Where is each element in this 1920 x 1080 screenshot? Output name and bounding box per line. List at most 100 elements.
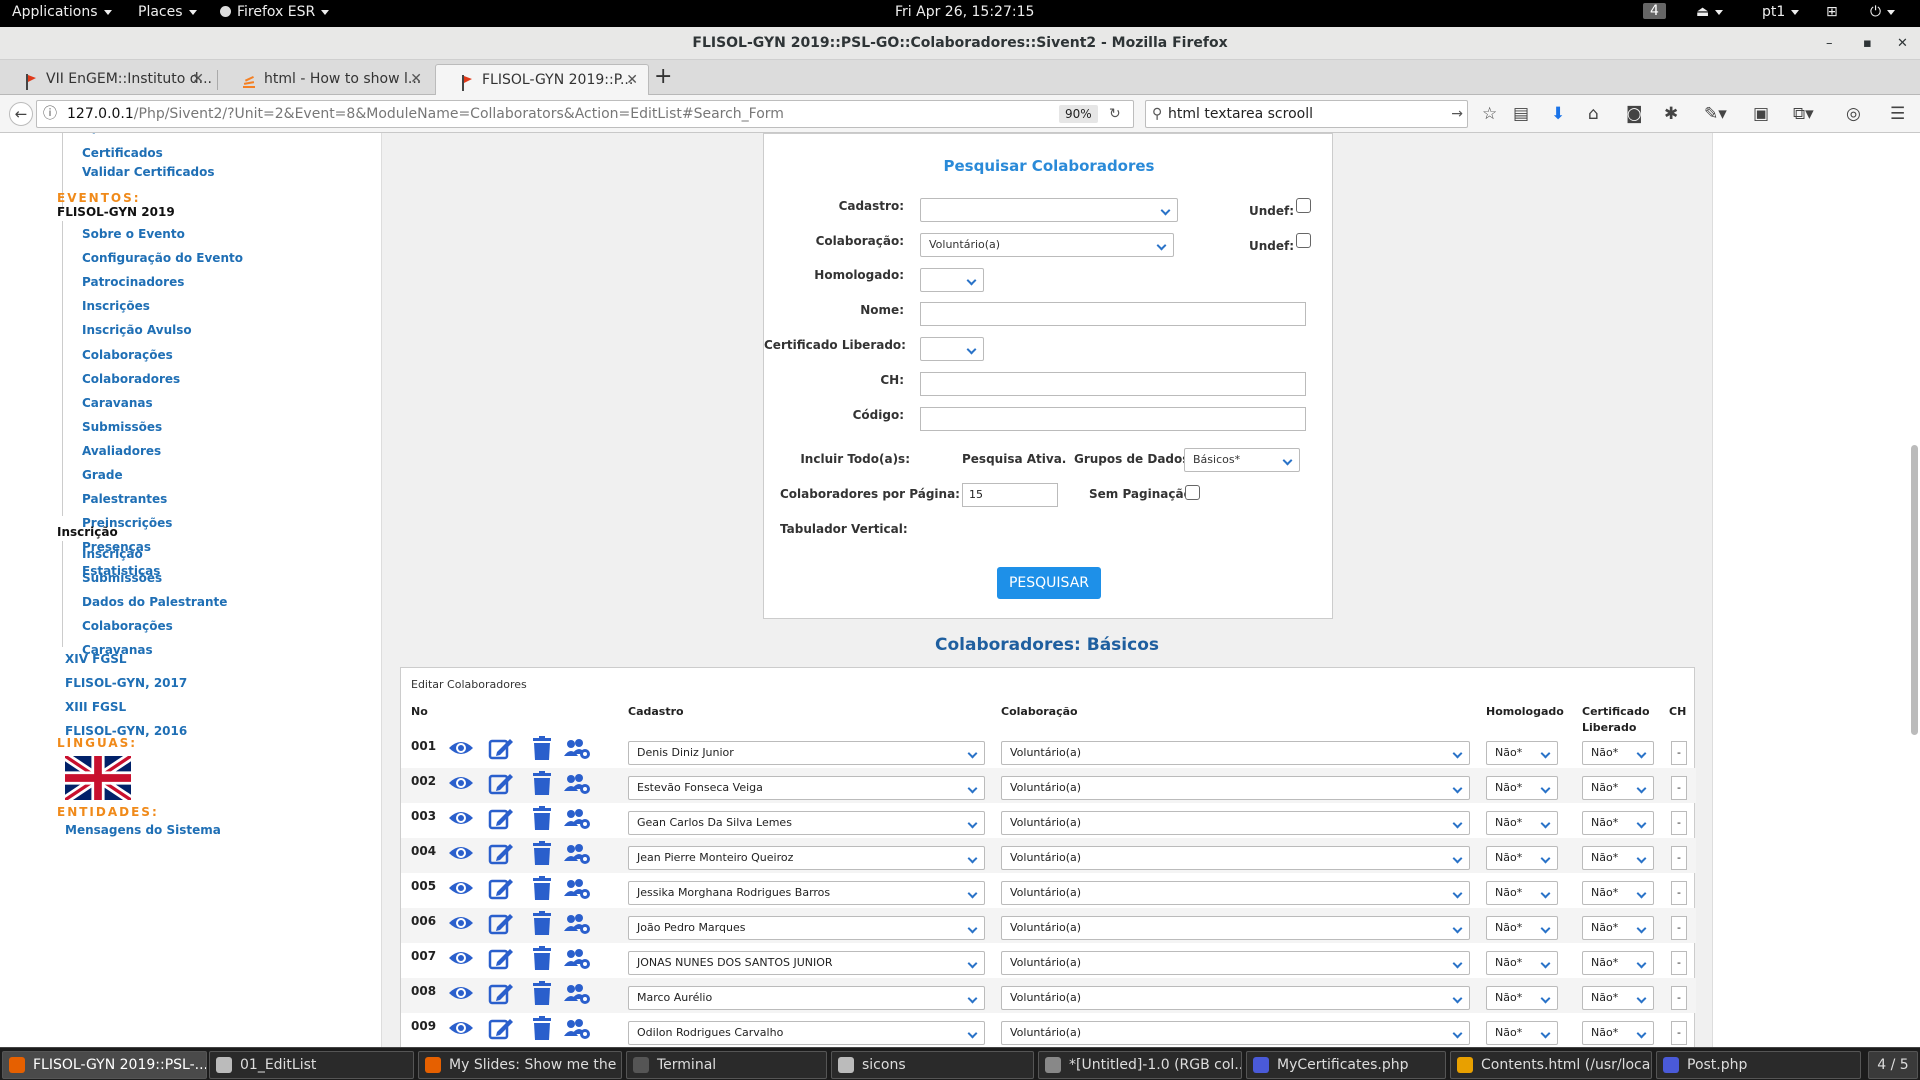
back-icon[interactable]: ← — [9, 102, 33, 126]
row-ch-field[interactable]: - — [1671, 1021, 1687, 1045]
trash-icon[interactable] — [532, 946, 560, 970]
sidebar-link[interactable]: Certificados — [82, 146, 163, 160]
english-flag-icon[interactable] — [62, 752, 134, 804]
places-menu[interactable]: Places — [138, 4, 197, 20]
row-cadastro-select[interactable]: Marco Aurélio — [628, 986, 985, 1010]
bookmark-star-icon[interactable]: ☆ — [1482, 104, 1497, 124]
close-tab-icon[interactable]: ✕ — [410, 64, 422, 94]
sidebar-event-link[interactable]: Configuração do Evento — [82, 251, 243, 265]
downloads-icon[interactable]: ⬇ — [1551, 104, 1565, 124]
row-homologado-select[interactable]: Não* — [1486, 951, 1558, 975]
close-tab-icon[interactable]: ✕ — [626, 65, 638, 95]
sidebar-inscricao-link[interactable]: Inscrição — [82, 547, 143, 561]
taskbar-item-mycertificates[interactable]: MyCertificates.php — [1246, 1051, 1446, 1079]
new-tab-icon[interactable]: + — [654, 64, 672, 89]
colaboracao-select[interactable]: Voluntário(a) — [920, 233, 1174, 257]
taskbar-item-slides[interactable]: My Slides: Show me the ... — [418, 1051, 622, 1079]
eye-icon[interactable] — [448, 808, 476, 830]
sem-paginacao-checkbox[interactable] — [1185, 485, 1200, 500]
users-gear-icon[interactable] — [563, 843, 591, 865]
maximize-icon[interactable]: ▪ — [1863, 27, 1872, 60]
users-gear-icon[interactable] — [563, 948, 591, 970]
eye-icon[interactable] — [448, 1018, 476, 1040]
edit-icon[interactable] — [488, 911, 516, 935]
tab-flisol-active[interactable]: FLISOL-GYN 2019::P... ✕ — [435, 64, 649, 95]
row-cadastro-select[interactable]: Jessika Morghana Rodrigues Barros — [628, 881, 985, 905]
row-colaboracao-select[interactable]: Voluntário(a) — [1001, 776, 1470, 800]
eye-icon[interactable] — [448, 913, 476, 935]
reload-icon[interactable]: ↻ — [1109, 101, 1121, 127]
sidebar-link[interactable]: Validar Certificados — [82, 165, 215, 179]
row-ch-field[interactable]: - — [1671, 881, 1687, 905]
row-homologado-select[interactable]: Não* — [1486, 846, 1558, 870]
row-cadastro-select[interactable]: Odilon Rodrigues Carvalho — [628, 1021, 985, 1045]
screenshot-icon[interactable]: ⧉▾ — [1793, 104, 1814, 124]
taskbar-item-gimp[interactable]: *[Untitled]-1.0 (RGB col... — [1038, 1051, 1242, 1079]
grupos-select[interactable]: Básicos* — [1184, 448, 1300, 472]
edit-icon[interactable] — [488, 981, 516, 1005]
clock[interactable]: Fri Apr 26, 15:27:15 — [895, 4, 1034, 20]
row-ch-field[interactable]: - — [1671, 916, 1687, 940]
row-colaboracao-select[interactable]: Voluntário(a) — [1001, 811, 1470, 835]
undef-cadastro-checkbox[interactable] — [1296, 198, 1311, 213]
row-certificado-select[interactable]: Não* — [1582, 951, 1654, 975]
row-certificado-select[interactable]: Não* — [1582, 811, 1654, 835]
addon-icon[interactable]: ✱ — [1664, 104, 1678, 124]
trash-icon[interactable] — [532, 806, 560, 830]
undef-colaboracao-checkbox[interactable] — [1296, 233, 1311, 248]
sidebar-toggle-icon[interactable]: ▣ — [1753, 104, 1769, 124]
trash-icon[interactable] — [532, 841, 560, 865]
sidebar-event-link[interactable]: Palestrantes — [82, 492, 167, 506]
tools-icon[interactable]: ✎▾ — [1704, 104, 1727, 124]
codigo-input[interactable] — [920, 407, 1306, 431]
users-gear-icon[interactable] — [563, 878, 591, 900]
reading-list-icon[interactable]: ▤ — [1513, 104, 1529, 124]
trash-icon[interactable] — [532, 771, 560, 795]
eye-icon[interactable] — [448, 773, 476, 795]
edit-icon[interactable] — [488, 841, 516, 865]
sidebar-inscricao-link[interactable]: Dados do Palestrante — [82, 595, 227, 609]
edit-icon[interactable] — [488, 946, 516, 970]
page-scrollbar[interactable] — [1909, 133, 1920, 1047]
eye-icon[interactable] — [448, 738, 476, 760]
taskbar-item-contents[interactable]: Contents.html (/usr/loca... — [1450, 1051, 1652, 1079]
close-window-icon[interactable]: ✕ — [1897, 27, 1908, 60]
sidebar-event-archive-link[interactable]: XIII FGSL — [65, 700, 126, 714]
row-colaboracao-select[interactable]: Voluntário(a) — [1001, 881, 1470, 905]
row-homologado-select[interactable]: Não* — [1486, 776, 1558, 800]
edit-icon[interactable] — [488, 771, 516, 795]
users-gear-icon[interactable] — [563, 773, 591, 795]
sync-icon[interactable]: ◎ — [1846, 104, 1861, 124]
row-homologado-select[interactable]: Não* — [1486, 741, 1558, 765]
sidebar-link[interactable]: Uploads — [82, 133, 137, 134]
ch-input[interactable] — [920, 372, 1306, 396]
row-certificado-select[interactable]: Não* — [1582, 881, 1654, 905]
row-homologado-select[interactable]: Não* — [1486, 881, 1558, 905]
applications-menu[interactable]: Applications — [12, 4, 112, 20]
eye-icon[interactable] — [448, 948, 476, 970]
workspace-pager[interactable]: 4 / 5 — [1868, 1051, 1918, 1079]
por-pagina-input[interactable]: 15 — [962, 483, 1058, 507]
row-ch-field[interactable]: - — [1671, 741, 1687, 765]
row-certificado-select[interactable]: Não* — [1582, 776, 1654, 800]
eye-icon[interactable] — [448, 983, 476, 1005]
sidebar-entidades-link[interactable]: Mensagens do Sistema — [65, 823, 221, 837]
taskbar-item-editlist[interactable]: 01_EditList — [209, 1051, 414, 1079]
minimize-icon[interactable]: – — [1826, 27, 1833, 60]
zoom-indicator[interactable]: 90% — [1059, 105, 1098, 123]
users-gear-icon[interactable] — [563, 738, 591, 760]
nome-input[interactable] — [920, 302, 1306, 326]
sidebar-event-link[interactable]: Patrocinadores — [82, 275, 184, 289]
users-gear-icon[interactable] — [563, 913, 591, 935]
trash-icon[interactable] — [532, 736, 560, 760]
row-homologado-select[interactable]: Não* — [1486, 811, 1558, 835]
row-ch-field[interactable]: - — [1671, 951, 1687, 975]
row-cadastro-select[interactable]: Gean Carlos Da Silva Lemes — [628, 811, 985, 835]
sidebar-event-archive-link[interactable]: XIV FGSL — [65, 652, 127, 666]
tab-engem[interactable]: VII EnGEM::Instituto d... ✕ — [0, 64, 214, 95]
homologado-select[interactable] — [920, 268, 984, 292]
sidebar-event-archive-link[interactable]: FLISOL-GYN, 2017 — [65, 676, 187, 690]
eject-icon[interactable]: ⏏ — [1696, 4, 1724, 20]
eye-icon[interactable] — [448, 843, 476, 865]
row-colaboracao-select[interactable]: Voluntário(a) — [1001, 916, 1470, 940]
